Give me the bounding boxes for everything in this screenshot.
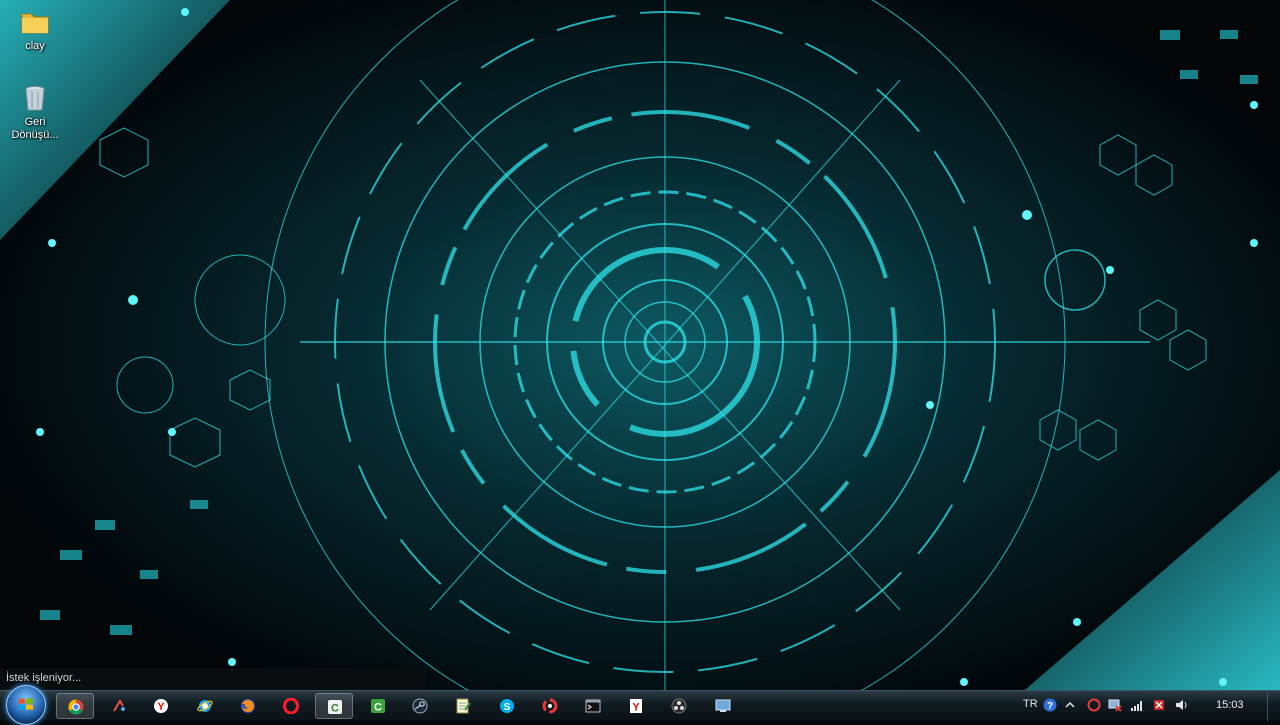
taskbar-skype-button[interactable]: S — [488, 693, 526, 719]
taskbar-antivirus-button[interactable] — [531, 693, 569, 719]
media-player-icon — [113, 699, 125, 712]
svg-text:C: C — [374, 702, 382, 714]
signal-icon[interactable] — [1130, 698, 1144, 712]
taskbar-steam-button[interactable] — [401, 693, 439, 719]
language-indicator[interactable]: TR — [1023, 698, 1038, 710]
svg-text:?: ? — [1047, 701, 1053, 712]
skype-icon: S — [500, 699, 514, 713]
taskbar-internet-explorer-button[interactable] — [186, 693, 224, 719]
firefox-icon — [241, 699, 255, 713]
folder-icon — [19, 6, 51, 38]
taskbar-notepad-button[interactable] — [444, 693, 482, 719]
yandex-icon: Y — [630, 699, 642, 714]
yandex-browser-icon: Y — [154, 699, 168, 713]
taskbar-camtasia-recorder-button[interactable]: C — [359, 693, 397, 719]
show-desktop-button[interactable] — [1267, 691, 1280, 721]
taskbar-clock[interactable]: 15:03 — [1216, 699, 1244, 711]
volume-icon[interactable] — [1175, 698, 1189, 712]
remote-desktop-icon — [715, 699, 731, 712]
taskbar-media-player-button[interactable] — [100, 693, 138, 719]
security-alert-icon[interactable] — [1152, 698, 1166, 712]
recorder-tray-icon[interactable] — [1087, 698, 1101, 712]
command-prompt-icon — [585, 699, 601, 713]
desktop-icon-label: Geri Dönüşü... — [11, 116, 59, 141]
status-tooltip: İstek işleniyor... — [0, 668, 426, 690]
internet-explorer-icon — [197, 700, 213, 712]
camtasia-icon: C — [328, 700, 342, 715]
taskbar-obs-button[interactable] — [660, 693, 698, 719]
taskbar: Y C C S Y TR ? 15:03 — [0, 685, 1280, 725]
help-icon[interactable]: ? — [1043, 698, 1057, 712]
desktop-icon-clay[interactable]: clay — [0, 6, 70, 53]
network-error-icon[interactable] — [1108, 698, 1122, 712]
svg-text:S: S — [504, 702, 511, 713]
svg-text:Y: Y — [157, 701, 165, 713]
taskbar-firefox-button[interactable] — [229, 693, 267, 719]
taskbar-remote-desktop-button[interactable] — [704, 693, 742, 719]
taskbar-chrome-button[interactable] — [56, 693, 94, 719]
obs-icon — [671, 698, 687, 714]
chrome-icon — [68, 699, 84, 715]
desktop-icon-recycle-bin[interactable]: Geri Dönüşü... — [0, 82, 70, 142]
recycle-bin-icon — [19, 82, 51, 114]
status-text: İstek işleniyor... — [6, 672, 82, 684]
steam-icon — [412, 698, 428, 714]
start-button[interactable] — [6, 685, 46, 725]
opera-icon — [283, 698, 299, 714]
notepad-icon — [456, 698, 471, 714]
taskbar-yandex-button[interactable]: Y — [617, 693, 655, 719]
show-hidden-icons-icon[interactable] — [1063, 698, 1077, 712]
desktop-wallpaper — [0, 0, 1280, 720]
windows-logo-icon — [19, 698, 33, 710]
taskbar-command-prompt-button[interactable] — [574, 693, 612, 719]
antivirus-icon — [542, 698, 558, 714]
desktop-icon-label: clay — [25, 40, 45, 52]
taskbar-camtasia-button[interactable]: C — [315, 693, 353, 719]
svg-text:C: C — [331, 703, 339, 715]
taskbar-yandex-browser-button[interactable]: Y — [142, 693, 180, 719]
taskbar-opera-button[interactable] — [272, 693, 310, 719]
svg-text:Y: Y — [632, 702, 640, 714]
camtasia-recorder-icon: C — [371, 699, 385, 714]
